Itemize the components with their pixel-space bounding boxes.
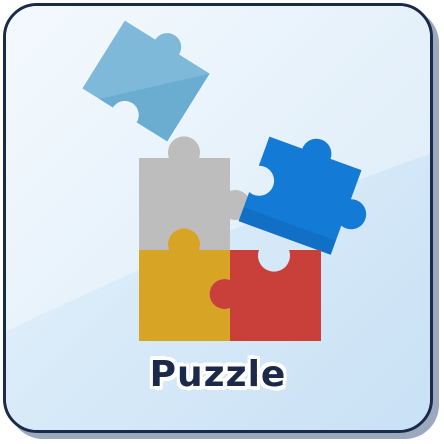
blue-piece <box>238 136 367 255</box>
light-blue-piece <box>82 20 210 142</box>
tile-label: Puzzle <box>149 354 287 395</box>
puzzle-app-tile[interactable]: Puzzle <box>3 3 433 433</box>
